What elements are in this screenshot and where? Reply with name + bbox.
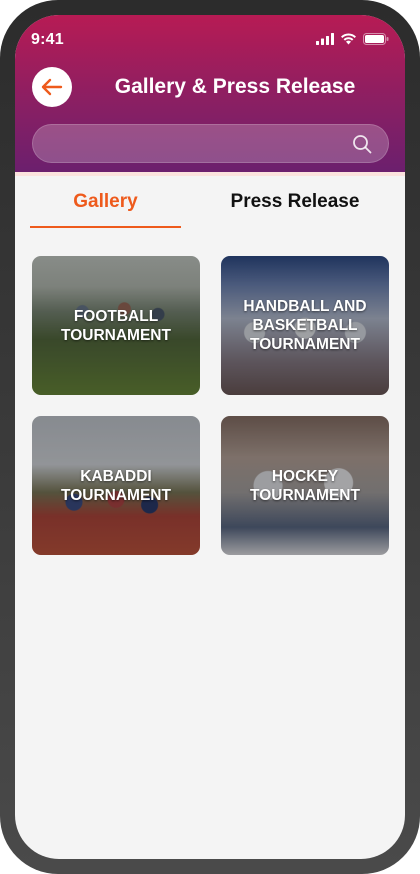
gallery-card-kabaddi[interactable]: KABADDI TOURNAMENT <box>32 416 200 555</box>
search-input[interactable] <box>49 125 339 162</box>
phone-frame: 9:41 Gallery & Press Release Gallery Pre… <box>0 0 420 874</box>
app-screen: 9:41 Gallery & Press Release Gallery Pre… <box>15 15 405 859</box>
signal-icon <box>316 33 334 45</box>
gallery-card-label: HANDBALL AND BASKETBALL TOURNAMENT <box>243 298 367 353</box>
tab-press-release[interactable]: Press Release <box>200 191 390 227</box>
gallery-card-handball-basketball[interactable]: HANDBALL AND BASKETBALL TOURNAMENT <box>221 256 389 395</box>
tab-bar: Gallery Press Release <box>15 185 405 229</box>
gallery-card-football[interactable]: FOOTBALL TOURNAMENT <box>32 256 200 395</box>
status-time: 9:41 <box>31 31 64 48</box>
wifi-icon <box>341 33 356 45</box>
search-icon[interactable] <box>352 134 372 154</box>
status-bar: 9:41 <box>15 15 405 63</box>
gallery-card-label: FOOTBALL TOURNAMENT <box>61 307 171 344</box>
page-title: Gallery & Press Release <box>114 75 356 98</box>
gallery-card-hockey[interactable]: HOCKEY TOURNAMENT <box>221 416 389 555</box>
arrow-left-icon <box>41 78 63 96</box>
battery-icon <box>363 33 389 45</box>
header-divider <box>15 172 405 176</box>
status-icons <box>316 32 389 46</box>
back-button[interactable] <box>32 67 72 107</box>
active-tab-indicator <box>30 226 181 228</box>
search-bar[interactable] <box>32 124 389 163</box>
gallery-card-label: KABADDI TOURNAMENT <box>61 467 171 504</box>
tab-gallery[interactable]: Gallery <box>30 191 181 227</box>
gallery-card-label: HOCKEY TOURNAMENT <box>250 467 360 504</box>
